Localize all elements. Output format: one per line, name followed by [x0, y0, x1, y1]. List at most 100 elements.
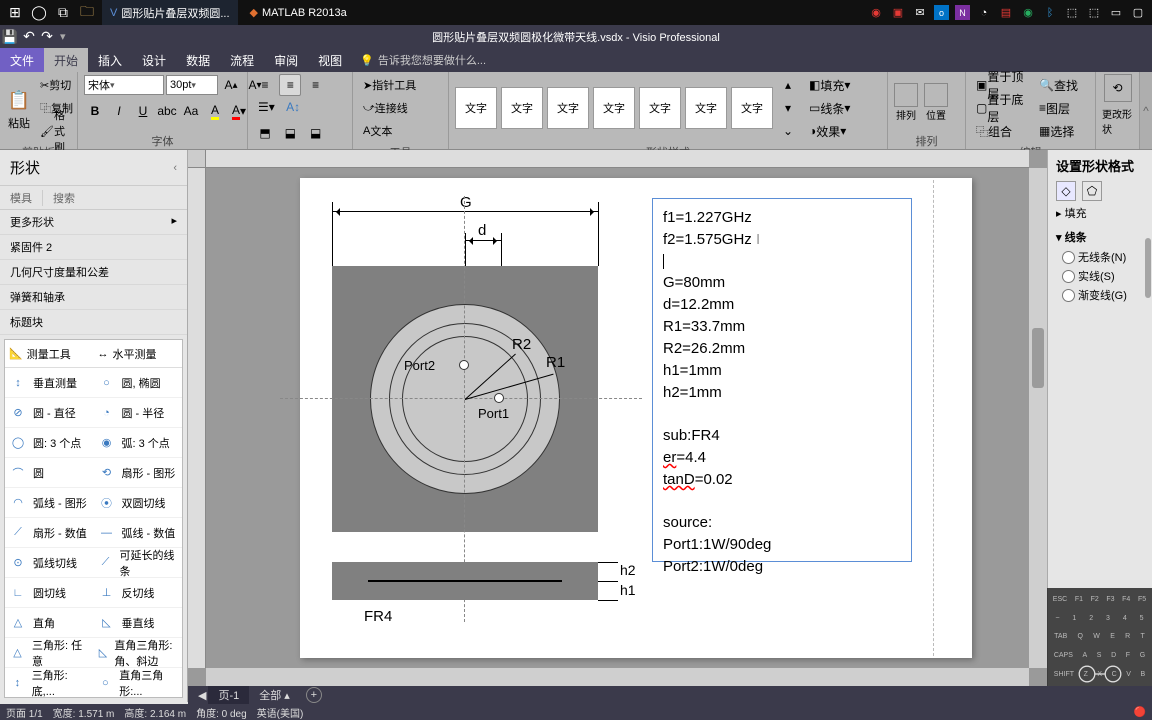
- add-page-button[interactable]: +: [306, 687, 322, 703]
- stencil-shape[interactable]: △三角形: 任意: [5, 638, 94, 668]
- stencil-shape[interactable]: ⊙弧线切线: [5, 548, 94, 578]
- stencil-row[interactable]: 紧固件 2: [0, 235, 187, 260]
- align-left-button[interactable]: ≡: [254, 74, 276, 96]
- valign-middle-button[interactable]: ⬓: [279, 122, 301, 144]
- status-language[interactable]: 英语(美国): [257, 705, 304, 720]
- redo-button[interactable]: ↷: [38, 28, 56, 45]
- underline-button[interactable]: U: [132, 100, 154, 122]
- highlight-color-button[interactable]: A: [204, 100, 226, 122]
- vertical-scrollbar[interactable]: [1029, 168, 1047, 668]
- stencil-shape[interactable]: —弧线 - 数值: [94, 518, 183, 548]
- connector-tool-button[interactable]: ⤻ 连接线: [359, 97, 447, 119]
- tab-file[interactable]: 文件: [0, 48, 44, 72]
- style-preset-7[interactable]: 文字: [731, 87, 773, 129]
- line-button[interactable]: ▭ 线条▾: [805, 97, 854, 119]
- bullets-button[interactable]: ☰▾: [254, 96, 279, 118]
- style-preset-2[interactable]: 文字: [501, 87, 543, 129]
- tray-icon[interactable]: ▤: [998, 5, 1014, 21]
- all-pages-button[interactable]: 全部 ▴: [251, 687, 298, 703]
- style-preset-4[interactable]: 文字: [593, 87, 635, 129]
- paste-button[interactable]: 📋: [6, 85, 32, 115]
- tray-outlook-icon[interactable]: o: [934, 5, 949, 20]
- stencil-shape[interactable]: ◔圆 - 半径: [94, 398, 183, 428]
- tray-icon[interactable]: ◔: [976, 5, 992, 21]
- arrange-button[interactable]: [894, 83, 918, 107]
- change-shape-button[interactable]: ⟲: [1104, 74, 1132, 102]
- font-color-button[interactable]: A▾: [228, 100, 250, 122]
- tab-review[interactable]: 审阅: [264, 48, 308, 72]
- style-preset-1[interactable]: 文字: [455, 87, 497, 129]
- increase-font-button[interactable]: A▴: [220, 74, 242, 96]
- section-line[interactable]: ▾ 线条: [1048, 225, 1152, 249]
- stencil-shape[interactable]: ⊘圆 - 直径: [5, 398, 94, 428]
- cortana-icon[interactable]: ◯: [28, 2, 50, 24]
- stencil-shape[interactable]: ↕三角形: 底,...: [5, 668, 94, 698]
- strikethrough-button[interactable]: abc: [156, 100, 178, 122]
- tray-bluetooth-icon[interactable]: ᛒ: [1042, 5, 1058, 21]
- stencil-shape[interactable]: △直角: [5, 608, 94, 638]
- shapes-tab-stencil[interactable]: 模具: [0, 190, 43, 206]
- style-preset-3[interactable]: 文字: [547, 87, 589, 129]
- stencil-row[interactable]: 标题块: [0, 310, 187, 335]
- taskbar-app-visio[interactable]: V圆形贴片叠层双频圆...: [102, 0, 238, 25]
- tray-icon[interactable]: ⬚: [1064, 5, 1080, 21]
- style-scroll-up[interactable]: ▴: [777, 74, 799, 96]
- scrollbar-thumb[interactable]: [1145, 238, 1151, 298]
- style-preset-5[interactable]: 文字: [639, 87, 681, 129]
- font-size-selector[interactable]: 30pt: [166, 75, 218, 95]
- stencil-row[interactable]: 弹簧和轴承: [0, 285, 187, 310]
- valign-bottom-button[interactable]: ⬓: [305, 122, 327, 144]
- stencil-shape[interactable]: ⟲扇形 - 图形: [94, 458, 183, 488]
- stencil-shape[interactable]: ⌒圆: [5, 458, 94, 488]
- save-button[interactable]: 💾: [0, 29, 20, 45]
- italic-button[interactable]: I: [108, 100, 130, 122]
- valign-top-button[interactable]: ⬒: [254, 122, 276, 144]
- stencil-shape[interactable]: ◺垂直线: [94, 608, 183, 638]
- stencil-shape[interactable]: ⦿双圆切线: [94, 488, 183, 518]
- group-objects-button[interactable]: ⿻ 组合: [972, 120, 1032, 142]
- tab-design[interactable]: 设计: [132, 48, 176, 72]
- tray-notify-icon[interactable]: ▢: [1130, 5, 1146, 21]
- style-preset-6[interactable]: 文字: [685, 87, 727, 129]
- shape-measure-tool[interactable]: 📐测量工具: [5, 340, 94, 368]
- style-more[interactable]: ⌄: [777, 120, 799, 142]
- scrollbar-thumb[interactable]: [1032, 328, 1044, 388]
- text-case-button[interactable]: Aa: [180, 100, 202, 122]
- select-button[interactable]: ▦ 选择: [1035, 120, 1078, 142]
- tab-process[interactable]: 流程: [220, 48, 264, 72]
- layers-button[interactable]: ≡ 图层: [1035, 97, 1074, 119]
- stencil-row[interactable]: 几何尺寸度量和公差: [0, 260, 187, 285]
- radio-no-line[interactable]: 无线条(N): [1062, 249, 1152, 265]
- align-center-button[interactable]: ≡: [279, 74, 301, 96]
- find-button[interactable]: 🔍 查找: [1035, 74, 1082, 96]
- stencil-shape[interactable]: ○直角三角形:...: [94, 668, 183, 698]
- radio-solid-line[interactable]: 实线(S): [1062, 268, 1152, 284]
- ruler-vertical[interactable]: [188, 168, 206, 668]
- status-record-icon[interactable]: 🔴: [1134, 707, 1146, 718]
- pagetab-prev[interactable]: ◀: [198, 689, 206, 702]
- shape-horizontal-measure[interactable]: ↔水平测量: [94, 340, 183, 368]
- effects-button[interactable]: ◑ 效果▾: [805, 120, 854, 142]
- tell-me-input[interactable]: 💡 告诉我您想要做什么...: [360, 48, 486, 72]
- stencil-shape[interactable]: ⊥反切线: [94, 578, 183, 608]
- page-tab-1[interactable]: 页-1: [208, 686, 249, 704]
- align-right-button[interactable]: ≡: [305, 74, 327, 96]
- radio-gradient-line[interactable]: 渐变线(G): [1062, 287, 1152, 303]
- send-back-button[interactable]: ▢ 置于底层: [972, 97, 1032, 119]
- stencil-shape[interactable]: ⟋扇形 - 数值: [5, 518, 94, 548]
- horizontal-scrollbar[interactable]: [206, 668, 1029, 686]
- tray-icon[interactable]: ◉: [868, 5, 884, 21]
- start-button[interactable]: ⊞: [4, 2, 26, 24]
- cut-button[interactable]: ✂ 剪切: [36, 74, 78, 96]
- tray-battery-icon[interactable]: ▭: [1108, 5, 1124, 21]
- ribbon-collapse-button[interactable]: ^: [1140, 72, 1152, 149]
- stencil-shape[interactable]: ○圆, 椭圆: [94, 368, 183, 398]
- shapes-collapse-icon[interactable]: ‹: [173, 162, 177, 174]
- drawing-page[interactable]: G d R1 R2 Port1 Port2 h2 h1: [300, 178, 972, 658]
- explorer-icon[interactable]: 🗀: [76, 2, 98, 24]
- format-effects-tab-icon[interactable]: ⬠: [1082, 181, 1102, 201]
- stencil-shape[interactable]: ◺直角三角形: 角、斜边: [94, 638, 183, 668]
- stencil-shape[interactable]: ◉弧: 3 个点: [94, 428, 183, 458]
- format-painter-button[interactable]: 🖌 格式刷: [36, 120, 78, 142]
- format-fill-tab-icon[interactable]: ◇: [1056, 181, 1076, 201]
